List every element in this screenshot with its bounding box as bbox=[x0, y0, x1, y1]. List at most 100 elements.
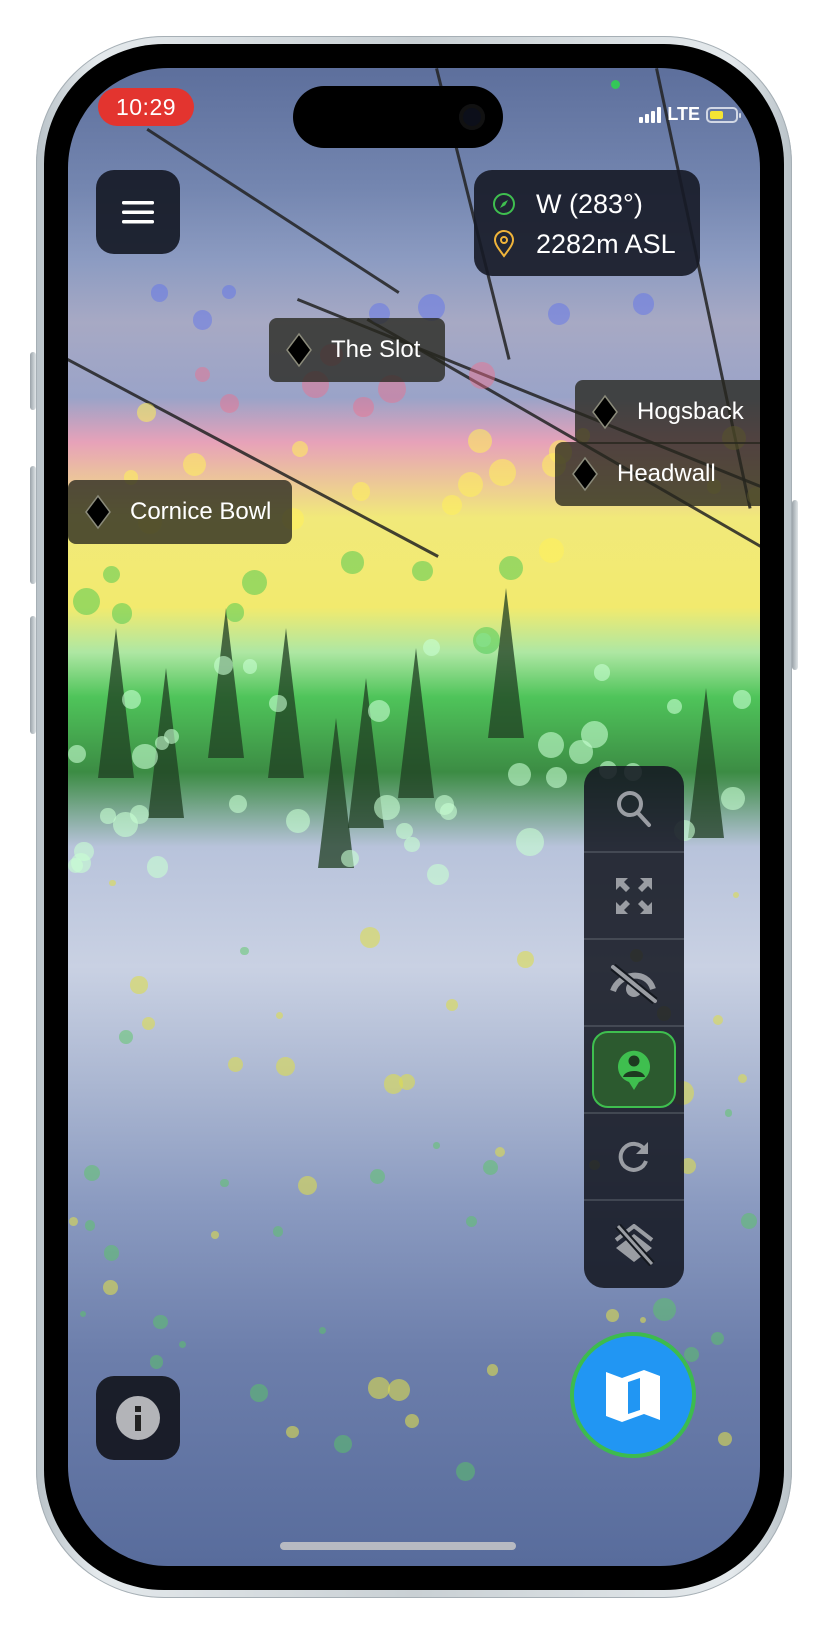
terrain-overlay-dot bbox=[68, 745, 86, 764]
lift-cable bbox=[146, 128, 400, 294]
terrain-overlay-dot bbox=[442, 494, 463, 515]
terrain-overlay-dot bbox=[334, 1435, 352, 1453]
network-type: LTE bbox=[667, 104, 700, 124]
terrain-overlay-dot bbox=[667, 699, 683, 715]
trail-label-hogsback[interactable]: Hogsback bbox=[575, 380, 760, 444]
status-time: 10:29 bbox=[98, 88, 194, 126]
trail-name: The Slot bbox=[331, 336, 421, 363]
terrain-overlay-dot bbox=[219, 393, 240, 414]
terrain-overlay-dot bbox=[130, 976, 148, 994]
black-diamond-icon bbox=[572, 456, 598, 492]
trail-label-headwall[interactable]: Headwall bbox=[555, 442, 760, 506]
ar-camera-view[interactable]: 10:29 LTE W (283°) 2282m ASL The Slot Ho… bbox=[68, 68, 760, 1566]
dynamic-island bbox=[293, 86, 503, 148]
terrain-overlay-dot bbox=[227, 1056, 243, 1072]
front-camera bbox=[459, 104, 485, 130]
terrain-overlay-dot bbox=[149, 1355, 164, 1369]
refresh-button[interactable] bbox=[584, 1114, 684, 1201]
terrain-overlay-dot bbox=[122, 690, 142, 709]
battery-level bbox=[710, 110, 724, 119]
terrain-overlay-dot bbox=[228, 795, 247, 813]
refresh-icon bbox=[618, 1141, 648, 1172]
terrain-overlay-dot bbox=[72, 588, 101, 616]
terrain-overlay-dot bbox=[482, 1159, 499, 1176]
terrain-overlay-dot bbox=[153, 1314, 168, 1330]
terrain-overlay-dot bbox=[605, 1308, 619, 1322]
terrain-overlay-dot bbox=[388, 1379, 410, 1402]
terrain-overlay-dot bbox=[353, 396, 375, 418]
power-button bbox=[792, 500, 798, 670]
terrain-overlay-dot bbox=[137, 403, 156, 422]
terrain-overlay-dot bbox=[318, 1326, 326, 1334]
map-toolbar bbox=[584, 766, 684, 1288]
terrain-overlay-dot bbox=[351, 482, 371, 501]
action-button bbox=[30, 352, 36, 410]
trail-name: Headwall bbox=[617, 460, 716, 487]
info-button[interactable] bbox=[96, 1376, 180, 1460]
terrain-overlay-dot bbox=[405, 1414, 419, 1429]
heading-value: W (283°) bbox=[536, 188, 643, 219]
user-location-button[interactable] bbox=[584, 1027, 684, 1114]
terrain-overlay-dot bbox=[721, 786, 745, 811]
search-button[interactable] bbox=[584, 766, 684, 853]
trail-name: Cornice Bowl bbox=[130, 498, 272, 525]
terrain-overlay-dot bbox=[733, 891, 740, 898]
terrain-overlay-dot bbox=[70, 852, 91, 874]
fullscreen-button[interactable] bbox=[584, 853, 684, 940]
terrain-overlay-dot bbox=[580, 721, 608, 749]
info-icon bbox=[116, 1396, 160, 1440]
terrain-overlay-dot bbox=[242, 658, 258, 674]
terrain-overlay-dot bbox=[291, 440, 308, 457]
terrain-overlay-dot bbox=[103, 1279, 119, 1295]
terrain-overlay-dot bbox=[539, 537, 565, 563]
expand-icon bbox=[616, 877, 652, 914]
terrain-overlay-dot bbox=[468, 428, 493, 453]
terrain-overlay-dot bbox=[129, 804, 149, 825]
black-diamond-icon bbox=[286, 332, 312, 368]
menu-button[interactable] bbox=[96, 170, 180, 254]
volume-down-button bbox=[30, 616, 36, 734]
location-pin-icon bbox=[493, 230, 515, 258]
volume-up-button bbox=[30, 466, 36, 584]
terrain-overlay-dot bbox=[193, 310, 213, 330]
terrain-overlay-dot bbox=[275, 1011, 284, 1020]
terrain-overlay-dot bbox=[653, 1298, 676, 1321]
terrain-overlay-dot bbox=[146, 856, 169, 879]
terrain-overlay-dot bbox=[273, 1226, 284, 1237]
terrain-overlay-dot bbox=[404, 836, 420, 853]
altitude-row: 2282m ASL bbox=[492, 224, 700, 264]
trail-label-the-slot[interactable]: The Slot bbox=[269, 318, 445, 382]
heading-row: W (283°) bbox=[492, 184, 700, 224]
pine-tree bbox=[688, 688, 724, 838]
terrain-overlay-dot bbox=[269, 694, 287, 712]
pine-tree bbox=[398, 648, 434, 798]
terrain-overlay-dot bbox=[119, 1030, 134, 1045]
home-indicator[interactable] bbox=[280, 1542, 516, 1550]
terrain-overlay-dot bbox=[178, 1340, 187, 1349]
terrain-overlay-dot bbox=[516, 828, 544, 857]
map-button[interactable] bbox=[570, 1332, 696, 1458]
terrain-overlay-dot bbox=[433, 1142, 440, 1149]
terrain-overlay-dot bbox=[711, 1332, 725, 1346]
pine-tree bbox=[488, 588, 524, 738]
trail-label-cornice-bowl[interactable]: Cornice Bowl bbox=[68, 480, 292, 544]
layers-off-button[interactable] bbox=[584, 1201, 684, 1288]
hide-overlay-button[interactable] bbox=[584, 940, 684, 1027]
black-diamond-icon bbox=[85, 494, 111, 530]
black-diamond-icon bbox=[592, 394, 618, 430]
terrain-overlay-dot bbox=[220, 1178, 229, 1188]
terrain-overlay-dot bbox=[724, 1109, 733, 1117]
terrain-overlay-dot bbox=[367, 699, 391, 722]
terrain-overlay-dot bbox=[109, 879, 116, 887]
terrain-overlay-dot bbox=[517, 951, 534, 968]
terrain-overlay-dot bbox=[111, 603, 133, 625]
map-icon bbox=[606, 1370, 660, 1422]
terrain-overlay-dot bbox=[684, 1346, 700, 1362]
terrain-overlay-dot bbox=[368, 1377, 390, 1399]
terrain-overlay-dot bbox=[359, 927, 380, 948]
terrain-overlay-dot bbox=[640, 1317, 647, 1324]
terrain-overlay-dot bbox=[427, 863, 449, 886]
orientation-card: W (283°) 2282m ASL bbox=[474, 170, 700, 276]
terrain-overlay-dot bbox=[222, 285, 237, 300]
terrain-overlay-dot bbox=[446, 999, 459, 1012]
